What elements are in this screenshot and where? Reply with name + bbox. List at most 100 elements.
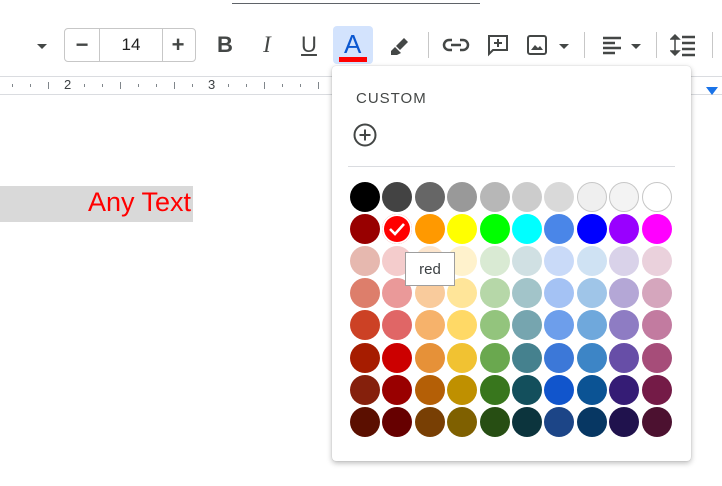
color-swatch[interactable] — [382, 406, 413, 437]
text-color-letter: A — [344, 29, 362, 59]
color-swatch[interactable] — [576, 246, 607, 277]
color-swatch[interactable] — [447, 310, 478, 341]
color-swatch[interactable] — [576, 214, 607, 245]
color-swatch[interactable] — [609, 246, 640, 277]
color-swatch[interactable] — [576, 374, 607, 405]
color-swatch[interactable] — [414, 374, 445, 405]
color-swatch[interactable] — [609, 342, 640, 373]
font-dropdown-caret[interactable] — [34, 40, 50, 52]
color-swatch[interactable] — [641, 214, 672, 245]
color-swatch[interactable] — [479, 406, 510, 437]
ruler-tick — [30, 84, 31, 87]
italic-button[interactable]: I — [252, 30, 282, 60]
color-swatch[interactable] — [544, 214, 575, 245]
color-swatch[interactable] — [576, 406, 607, 437]
insert-link-button[interactable] — [440, 30, 472, 60]
align-button[interactable] — [598, 30, 626, 60]
toolbar-separator — [656, 32, 657, 58]
add-custom-color-button[interactable] — [352, 122, 378, 148]
color-swatch[interactable] — [576, 310, 607, 341]
color-swatch[interactable] — [609, 374, 640, 405]
document-text[interactable]: Any Text — [88, 187, 191, 218]
color-swatch[interactable] — [414, 342, 445, 373]
color-swatch[interactable] — [641, 246, 672, 277]
color-swatch[interactable] — [544, 278, 575, 309]
color-swatch[interactable] — [414, 182, 445, 212]
color-swatch[interactable] — [382, 182, 413, 212]
color-swatch[interactable] — [350, 214, 380, 245]
color-swatch[interactable] — [512, 214, 542, 245]
color-swatch[interactable] — [609, 214, 640, 245]
color-swatch[interactable] — [447, 406, 478, 437]
line-spacing-button[interactable] — [668, 30, 698, 60]
color-swatch[interactable] — [382, 374, 413, 405]
color-swatch[interactable] — [609, 182, 640, 212]
text-color-button[interactable]: A — [333, 26, 373, 64]
color-swatch[interactable] — [576, 182, 607, 212]
color-swatch[interactable] — [350, 246, 380, 277]
color-swatch[interactable] — [479, 246, 510, 277]
color-swatch[interactable] — [350, 374, 380, 405]
color-swatch[interactable] — [609, 310, 640, 341]
color-swatch[interactable] — [447, 342, 478, 373]
color-swatch[interactable] — [479, 278, 510, 309]
color-swatch[interactable] — [544, 342, 575, 373]
color-swatch[interactable] — [512, 182, 542, 212]
color-swatch[interactable] — [350, 406, 380, 437]
color-swatch[interactable] — [479, 374, 510, 405]
color-swatch[interactable] — [576, 278, 607, 309]
color-swatch[interactable] — [609, 278, 640, 309]
color-swatch[interactable] — [350, 342, 380, 373]
add-comment-button[interactable] — [482, 30, 514, 60]
color-swatch[interactable] — [414, 406, 445, 437]
selected-text-highlight[interactable]: Any Text — [0, 186, 193, 222]
color-swatch[interactable] — [544, 246, 575, 277]
color-swatch[interactable] — [544, 406, 575, 437]
color-swatch[interactable] — [414, 214, 445, 245]
color-swatch[interactable] — [382, 310, 413, 341]
color-swatch[interactable] — [350, 182, 380, 212]
color-swatch[interactable] — [512, 278, 542, 309]
decrease-font-size-button[interactable]: − — [65, 29, 99, 61]
color-swatch[interactable] — [641, 342, 672, 373]
color-swatch[interactable] — [479, 182, 510, 212]
color-swatch[interactable] — [414, 310, 445, 341]
color-swatch[interactable] — [479, 310, 510, 341]
color-swatch[interactable] — [641, 374, 672, 405]
color-swatch-selected[interactable] — [382, 214, 413, 245]
top-strip — [0, 0, 722, 14]
color-swatch[interactable] — [512, 406, 542, 437]
color-swatch[interactable] — [641, 278, 672, 309]
color-swatch[interactable] — [641, 310, 672, 341]
color-swatch[interactable] — [641, 182, 672, 212]
color-swatch[interactable] — [350, 310, 380, 341]
color-swatch[interactable] — [512, 342, 542, 373]
color-swatch[interactable] — [641, 406, 672, 437]
align-options-caret[interactable] — [628, 40, 644, 52]
color-swatch[interactable] — [447, 214, 478, 245]
color-swatch[interactable] — [447, 374, 478, 405]
highlight-color-button[interactable] — [384, 30, 414, 60]
increase-font-size-button[interactable]: + — [161, 29, 195, 61]
underline-button[interactable]: U — [294, 30, 324, 60]
color-swatch[interactable] — [544, 182, 575, 212]
color-swatch[interactable] — [544, 374, 575, 405]
color-swatch[interactable] — [512, 246, 542, 277]
color-swatch[interactable] — [447, 182, 478, 212]
color-swatch[interactable] — [479, 342, 510, 373]
image-options-caret[interactable] — [556, 40, 572, 52]
color-swatch[interactable] — [576, 342, 607, 373]
color-swatch[interactable] — [512, 374, 542, 405]
color-swatch[interactable] — [544, 310, 575, 341]
insert-image-button[interactable] — [522, 30, 552, 60]
ruler-tick — [12, 84, 13, 87]
right-indent-marker[interactable] — [706, 87, 718, 95]
color-swatch[interactable] — [479, 214, 510, 245]
color-swatch[interactable] — [350, 278, 380, 309]
bold-button[interactable]: B — [210, 30, 240, 60]
ruler-tick — [84, 84, 85, 87]
color-swatch[interactable] — [609, 406, 640, 437]
color-swatch[interactable] — [382, 342, 413, 373]
font-size-input[interactable]: 14 — [99, 29, 163, 61]
color-swatch[interactable] — [512, 310, 542, 341]
